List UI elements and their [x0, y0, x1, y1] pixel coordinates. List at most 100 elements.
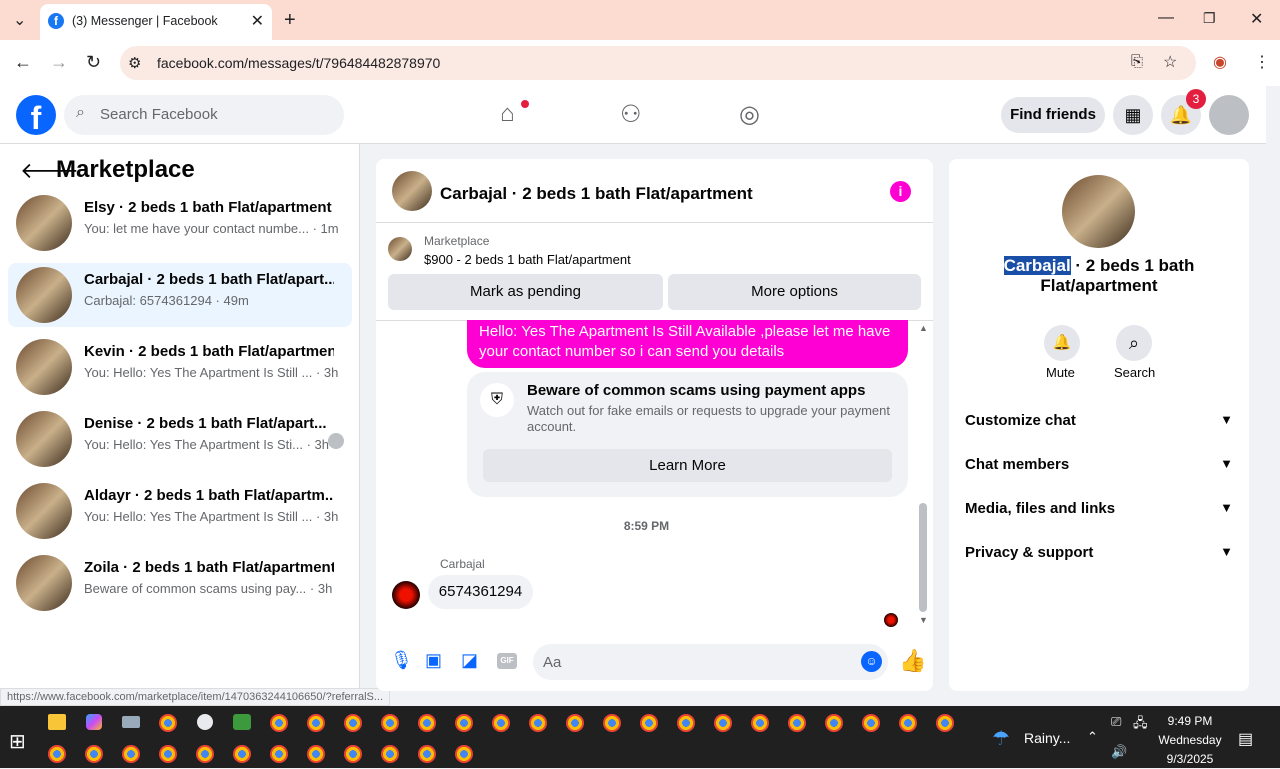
conversation-item[interactable]: Aldayr · 2 beds 1 bath Flat/apartm... Yo… — [8, 479, 352, 543]
listing-price-title[interactable]: $900 - 2 beds 1 bath Flat/apartment — [424, 252, 631, 267]
conversation-item[interactable]: Elsy · 2 beds 1 bath Flat/apartment You:… — [8, 191, 352, 255]
close-window-icon[interactable]: ✕ — [1250, 9, 1263, 29]
conversation-item-active[interactable]: Carbajal · 2 beds 1 bath Flat/apart... C… — [8, 263, 352, 327]
volume-icon[interactable]: 🔊 — [1111, 744, 1127, 760]
sender-avatar[interactable] — [392, 581, 420, 609]
chrome-icon[interactable] — [603, 714, 621, 732]
chrome-icon[interactable] — [899, 714, 917, 732]
chrome-icon[interactable] — [751, 714, 769, 732]
sticker-icon[interactable]: ◪ — [461, 650, 478, 671]
chrome-icon[interactable] — [344, 745, 362, 763]
chat-title[interactable]: Carbajal · 2 beds 1 bath Flat/apartment — [440, 184, 753, 204]
conversation-item[interactable]: Zoila · 2 beds 1 bath Flat/apartment Bew… — [8, 551, 352, 615]
file-explorer-icon[interactable] — [48, 714, 66, 730]
learn-more-button[interactable]: Learn More — [483, 449, 892, 482]
back-icon[interactable]: ← — [14, 52, 32, 73]
close-tab-icon[interactable]: ✕ — [251, 11, 264, 31]
customize-chat-section[interactable]: Customize chat ▼ — [965, 412, 1233, 429]
outgoing-message[interactable]: Hello: Yes The Apartment Is Still Availa… — [467, 320, 908, 368]
chrome-icon[interactable] — [381, 714, 399, 732]
keyboard-app-icon[interactable] — [122, 716, 140, 728]
chrome-icon[interactable] — [418, 714, 436, 732]
weather-text[interactable]: Rainy... — [1024, 730, 1070, 746]
chrome-icon[interactable] — [455, 745, 473, 763]
browser-tab[interactable]: f (3) Messenger | Facebook ✕ — [40, 4, 272, 40]
message-input[interactable]: Aa — [533, 644, 888, 680]
chrome-icon[interactable] — [418, 745, 436, 763]
restore-icon[interactable]: ❐ — [1203, 10, 1216, 27]
chrome-icon[interactable] — [122, 745, 140, 763]
profile-icon[interactable]: ◉ — [1213, 52, 1227, 72]
privacy-support-section[interactable]: Privacy & support ▼ — [965, 544, 1233, 561]
scroll-up-arrow-icon[interactable]: ▲ — [919, 323, 928, 333]
bookmark-star-icon[interactable]: ☆ — [1163, 52, 1177, 72]
chrome-icon[interactable] — [344, 714, 362, 732]
tab-search-icon[interactable]: ⌄ — [13, 10, 26, 30]
chrome-icon[interactable] — [455, 714, 473, 732]
find-friends-button[interactable]: Find friends — [1001, 97, 1105, 133]
account-avatar[interactable] — [1209, 95, 1249, 135]
more-options-button[interactable]: More options — [668, 274, 921, 310]
search-icon[interactable]: ⌕ — [1116, 325, 1152, 361]
mute-bell-icon[interactable]: 🔔 — [1044, 325, 1080, 361]
menu-grid-icon[interactable]: ▦ — [1113, 95, 1153, 135]
chrome-icon[interactable] — [85, 745, 103, 763]
new-tab-icon[interactable]: + — [284, 9, 296, 32]
incoming-message[interactable]: 6574361294 — [428, 575, 533, 609]
chrome-icon[interactable] — [307, 745, 325, 763]
forward-icon[interactable]: → — [50, 52, 68, 73]
app-icon[interactable] — [197, 714, 213, 730]
media-files-section[interactable]: Media, files and links ▼ — [965, 500, 1233, 517]
chat-avatar[interactable] — [392, 171, 432, 211]
install-app-icon[interactable]: ⎘ — [1131, 53, 1143, 70]
site-info-icon[interactable]: ⚙ — [128, 54, 141, 72]
system-clock[interactable]: 9:49 PM Wednesday 9/3/2025 — [1157, 712, 1223, 769]
copilot-icon[interactable] — [86, 714, 102, 730]
url-text[interactable]: facebook.com/messages/t/796484482878970 — [157, 55, 440, 71]
emoji-icon[interactable]: ☺ — [861, 651, 882, 672]
info-icon[interactable]: i — [890, 181, 911, 202]
notification-center-icon[interactable]: ▤ — [1238, 729, 1253, 749]
listing-thumbnail[interactable] — [388, 237, 412, 261]
friends-icon[interactable]: ⚇ — [620, 100, 642, 129]
conversation-item[interactable]: Kevin · 2 beds 1 bath Flat/apartment You… — [8, 335, 352, 399]
chrome-icon[interactable] — [936, 714, 954, 732]
home-icon[interactable]: ⌂ — [500, 100, 515, 128]
chrome-icon[interactable] — [381, 745, 399, 763]
facebook-logo-icon[interactable]: f — [16, 95, 56, 136]
chrome-icon[interactable] — [159, 745, 177, 763]
chrome-icon[interactable] — [788, 714, 806, 732]
chrome-icon[interactable] — [640, 714, 658, 732]
chrome-icon[interactable] — [196, 745, 214, 763]
network-icon[interactable]: 🖧 — [1133, 714, 1148, 736]
chrome-icon[interactable] — [270, 714, 288, 732]
chrome-icon[interactable] — [48, 745, 66, 763]
chrome-icon[interactable] — [270, 745, 288, 763]
chat-members-section[interactable]: Chat members ▼ — [965, 456, 1233, 473]
app-icon[interactable] — [233, 714, 251, 730]
photo-icon[interactable]: ▣ — [425, 650, 442, 671]
chrome-icon[interactable] — [825, 714, 843, 732]
scroll-down-arrow-icon[interactable]: ▼ — [919, 615, 928, 625]
windows-start-icon[interactable]: ⊞ — [9, 729, 26, 754]
menu-dots-icon[interactable]: ⋮ — [1254, 52, 1270, 72]
page-scrollbar[interactable] — [1266, 86, 1280, 706]
details-avatar[interactable] — [1062, 175, 1135, 248]
groups-icon[interactable]: ◎ — [739, 100, 760, 129]
conversation-item[interactable]: Denise · 2 beds 1 bath Flat/apart... You… — [8, 407, 352, 471]
microphone-icon[interactable]: 🎙 — [390, 650, 413, 671]
chat-scrollbar-thumb[interactable] — [919, 503, 927, 612]
minimize-icon[interactable]: — — [1158, 9, 1174, 27]
gif-icon[interactable]: GIF — [497, 653, 517, 669]
chrome-icon[interactable] — [233, 745, 251, 763]
chrome-icon[interactable] — [492, 714, 510, 732]
camera-icon[interactable]: ⎚ — [1111, 714, 1121, 730]
chrome-icon[interactable] — [714, 714, 732, 732]
chevron-up-icon[interactable]: ⌃ — [1087, 729, 1098, 745]
reload-icon[interactable]: ↻ — [86, 52, 101, 73]
mark-as-pending-button[interactable]: Mark as pending — [388, 274, 663, 310]
chrome-icon[interactable] — [307, 714, 325, 732]
chrome-icon[interactable] — [862, 714, 880, 732]
chrome-icon[interactable] — [677, 714, 695, 732]
chrome-icon[interactable] — [529, 714, 547, 732]
